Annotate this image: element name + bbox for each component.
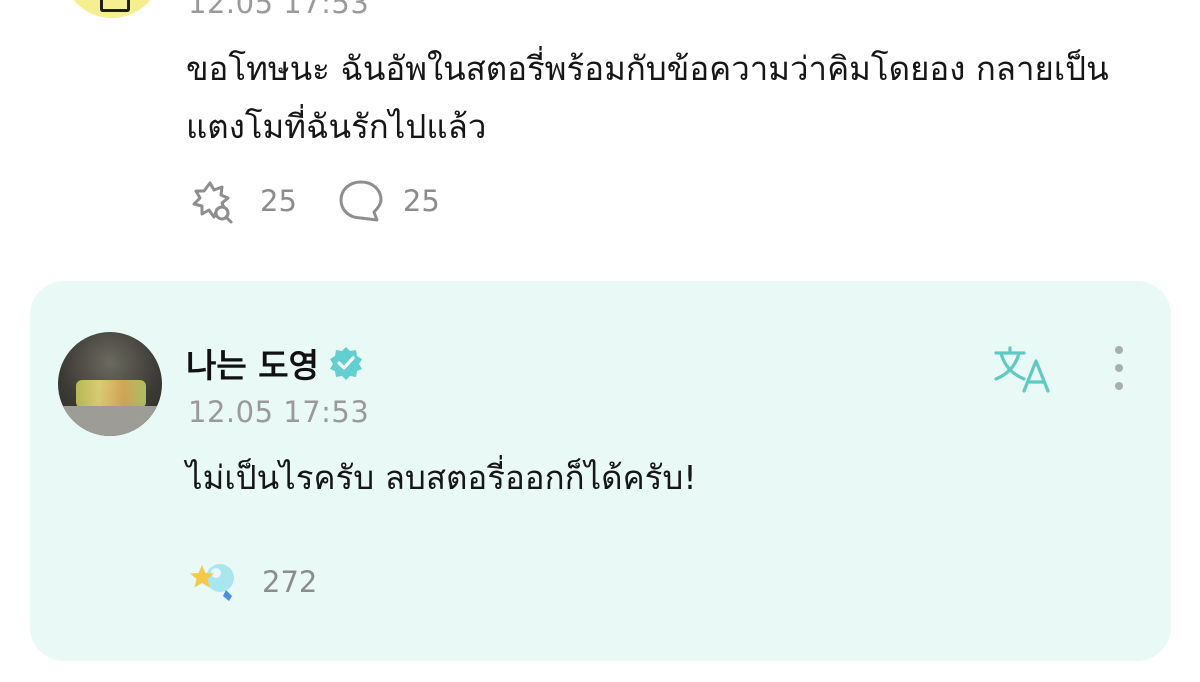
reply-text: ไม่เป็นไรครับ ลบสตอรี่ออกก็ได้ครับ! [186, 458, 697, 497]
verified-badge-icon [329, 347, 362, 380]
reaction-count: 25 [260, 184, 297, 218]
reply-card: 나는 도영 12.05 17:53 ไม่เป็นไรครับ ลบสตอรี่… [30, 281, 1171, 661]
reaction-button[interactable]: 272 [188, 559, 317, 605]
avatar-photo-light [76, 380, 146, 408]
comment-button[interactable]: 25 [337, 177, 440, 225]
speech-bubble-icon [339, 180, 383, 222]
starburst-reaction-icon [192, 181, 233, 224]
avatar[interactable] [62, 0, 162, 18]
reaction-button[interactable]: 25 [188, 177, 297, 225]
comment-count: 25 [402, 184, 440, 218]
star-lightbulb-reaction-icon [190, 564, 234, 601]
author-name[interactable]: 나는 도영 [186, 339, 319, 387]
reply-date: 12.05 17:53 [188, 395, 370, 429]
reaction-count: 272 [262, 565, 318, 599]
avatar-mark [100, 0, 130, 12]
translate-icon[interactable] [992, 345, 1054, 395]
more-vertical-icon[interactable] [1110, 345, 1128, 395]
comment-actions: 25 25 [188, 176, 440, 226]
comment-text: ขอโทษนะ ฉันอัพในสตอรี่พร้อมกับข้อความว่า… [186, 49, 1109, 146]
avatar[interactable] [58, 332, 162, 436]
comment-date: 12.05 17:53 [188, 0, 370, 20]
author-row: 나는 도영 [186, 339, 363, 387]
avatar-photo-crowd [58, 406, 162, 436]
